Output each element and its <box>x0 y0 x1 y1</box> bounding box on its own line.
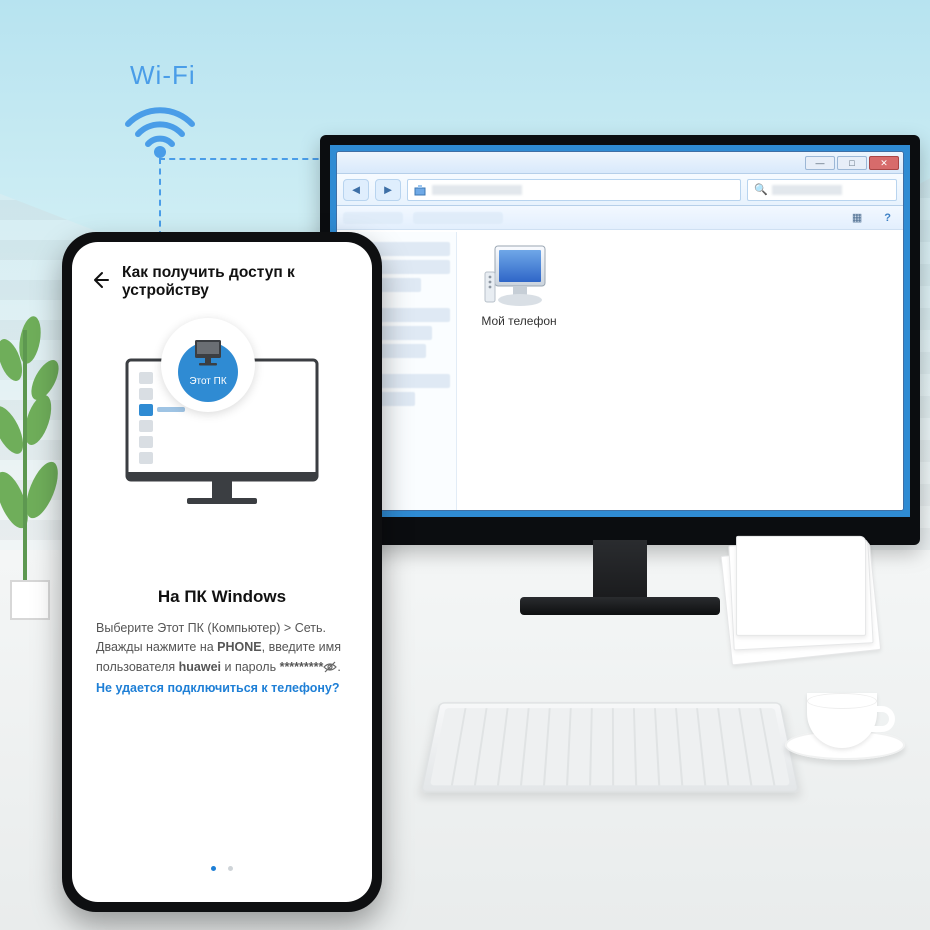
toolbar-organize[interactable] <box>343 212 403 224</box>
back-button[interactable] <box>90 270 110 294</box>
explorer-navbar: ◄ ► 🔍 <box>337 174 903 206</box>
phone-screen: Как получить доступ к устройству <box>72 242 372 902</box>
phone-device: Как получить доступ к устройству <box>62 232 382 912</box>
window-titlebar: — □ ✕ <box>337 152 903 174</box>
keyboard-decoration <box>420 702 800 792</box>
connector-line-to-monitor <box>159 158 339 160</box>
toolbar-view-button[interactable]: ▦ <box>846 209 868 226</box>
address-bar[interactable] <box>407 179 741 201</box>
network-icon <box>414 184 426 196</box>
wifi-icon <box>120 90 200 165</box>
window-close-button[interactable]: ✕ <box>869 156 899 170</box>
tooltip-text: Этот ПК <box>161 376 255 387</box>
network-device-my-phone[interactable]: Мой телефон <box>469 244 569 328</box>
nav-back-button[interactable]: ◄ <box>343 179 369 201</box>
page-dot-1[interactable] <box>211 866 216 871</box>
plant-decoration <box>0 300 70 620</box>
search-icon: 🔍 <box>754 183 768 196</box>
toolbar-properties[interactable] <box>413 212 503 224</box>
help-link[interactable]: Не удается подключиться к телефону? <box>96 681 340 695</box>
search-box[interactable]: 🔍 <box>747 179 897 201</box>
window-minimize-button[interactable]: — <box>805 156 835 170</box>
section-title: На ПК Windows <box>96 587 348 607</box>
explorer-content: Мой телефон <box>457 232 903 510</box>
papers-decoration <box>720 532 881 657</box>
window-maximize-button[interactable]: □ <box>837 156 867 170</box>
windows-explorer-window: — □ ✕ ◄ ► 🔍 <box>336 151 904 511</box>
computer-device-icon <box>483 244 555 310</box>
eye-off-icon[interactable] <box>323 660 337 679</box>
instructions-text: Выберите Этот ПК (Компьютер) > Сеть. Два… <box>96 619 348 699</box>
page-title: Как получить доступ к устройству <box>122 264 354 300</box>
back-arrow-icon <box>90 270 110 290</box>
mug-decoration <box>785 680 905 760</box>
device-label: Мой телефон <box>469 314 569 328</box>
wifi-label: Wi-Fi <box>130 60 196 91</box>
page-dot-2[interactable] <box>228 866 233 871</box>
toolbar-help-button[interactable]: ? <box>878 210 897 226</box>
monitor: — □ ✕ ◄ ► 🔍 <box>320 135 920 545</box>
phone-header: Как получить доступ к устройству <box>72 242 372 308</box>
instruction-illustration: Этот ПК <box>117 342 327 527</box>
address-text <box>432 185 522 195</box>
nav-forward-button[interactable]: ► <box>375 179 401 201</box>
explorer-toolbar: ▦ ? <box>337 206 903 230</box>
page-indicator <box>72 858 372 876</box>
